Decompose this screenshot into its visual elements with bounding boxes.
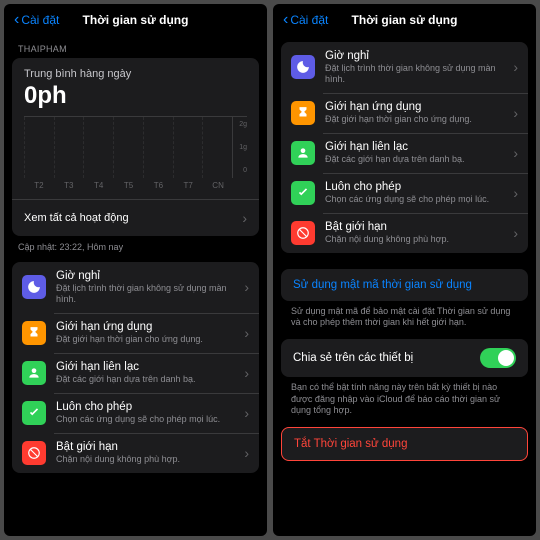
row-app-limits[interactable]: Giới hạn ứng dụng Đặt giới hạn thời gian…: [12, 313, 259, 353]
share-label: Chia sẻ trên các thiết bị: [293, 352, 413, 364]
see-all-activity[interactable]: Xem tất cả hoạt động ›: [12, 199, 259, 236]
chevron-right-icon: ›: [513, 105, 518, 121]
settings-group: Giờ nghỉ Đặt lịch trình thời gian không …: [12, 262, 259, 473]
header: ‹ Cài đặt Thời gian sử dụng: [273, 4, 536, 34]
chevron-right-icon: ›: [244, 445, 249, 461]
content: THAIPHAM Trung bình hàng ngày 0ph 2g 1g …: [4, 34, 267, 536]
row-restrictions[interactable]: Bật giới hạn Chặn nội dung không phù hợp…: [281, 213, 528, 253]
chart-y-axis: 2g 1g 0: [233, 117, 247, 178]
chevron-right-icon: ›: [244, 365, 249, 381]
chevron-right-icon: ›: [242, 210, 247, 226]
chevron-right-icon: ›: [513, 185, 518, 201]
chevron-right-icon: ›: [244, 405, 249, 421]
row-communication[interactable]: Giới hạn liên lạc Đặt các giới hạn dựa t…: [12, 353, 259, 393]
nosign-icon: [22, 441, 46, 465]
person-icon: [22, 361, 46, 385]
usage-card: Trung bình hàng ngày 0ph 2g 1g 0 T2T3 T4…: [12, 58, 259, 236]
avg-label: Trung bình hàng ngày: [24, 68, 247, 80]
back-label: Cài đặt: [21, 13, 59, 27]
back-button[interactable]: ‹ Cài đặt: [14, 12, 59, 28]
chevron-right-icon: ›: [513, 145, 518, 161]
back-label: Cài đặt: [290, 13, 328, 27]
row-always-allowed[interactable]: Luôn cho phép Chọn các ứng dụng sẽ cho p…: [12, 393, 259, 433]
chart-grid: [24, 117, 233, 178]
checkmark-icon: [22, 401, 46, 425]
use-passcode-link[interactable]: Sử dụng mật mã thời gian sử dụng: [281, 269, 528, 301]
chevron-right-icon: ›: [244, 279, 249, 295]
row-app-limits[interactable]: Giới hạn ứng dụng Đặt giới hạn thời gian…: [281, 93, 528, 133]
section-user-label: THAIPHAM: [12, 34, 259, 58]
content: Giờ nghỉ Đặt lịch trình thời gian không …: [273, 34, 536, 536]
settings-group: Giờ nghỉ Đặt lịch trình thời gian không …: [281, 42, 528, 253]
nosign-icon: [291, 221, 315, 245]
chevron-right-icon: ›: [244, 325, 249, 341]
chevron-right-icon: ›: [513, 59, 518, 75]
back-button[interactable]: ‹ Cài đặt: [283, 12, 328, 28]
chevron-left-icon: ‹: [283, 12, 288, 28]
page-title: Thời gian sử dụng: [83, 13, 189, 27]
row-downtime[interactable]: Giờ nghỉ Đặt lịch trình thời gian không …: [12, 262, 259, 313]
row-downtime[interactable]: Giờ nghỉ Đặt lịch trình thời gian không …: [281, 42, 528, 93]
row-communication[interactable]: Giới hạn liên lạc Đặt các giới hạn dựa t…: [281, 133, 528, 173]
updated-label: Cập nhật: 23:22, Hôm nay: [12, 236, 259, 262]
checkmark-icon: [291, 181, 315, 205]
row-restrictions[interactable]: Bật giới hạn Chặn nội dung không phù hợp…: [12, 433, 259, 473]
header: ‹ Cài đặt Thời gian sử dụng: [4, 4, 267, 34]
phone-left: ‹ Cài đặt Thời gian sử dụng THAIPHAM Tru…: [4, 4, 267, 536]
row-always-allowed[interactable]: Luôn cho phép Chọn các ứng dụng sẽ cho p…: [281, 173, 528, 213]
passcode-group: Sử dụng mật mã thời gian sử dụng: [281, 269, 528, 301]
share-across-devices-row[interactable]: Chia sẻ trên các thiết bị: [281, 339, 528, 377]
passcode-footer: Sử dụng mật mã để bảo mật cài đặt Thời g…: [281, 301, 528, 339]
hourglass-icon: [291, 101, 315, 125]
see-all-label: Xem tất cả hoạt động: [24, 212, 129, 224]
chevron-left-icon: ‹: [14, 12, 19, 28]
chart-x-axis: T2T3 T4T5 T6T7 CN: [24, 178, 247, 193]
share-toggle[interactable]: [480, 348, 516, 368]
hourglass-icon: [22, 321, 46, 345]
phone-right: ‹ Cài đặt Thời gian sử dụng Giờ nghỉ Đặt…: [273, 4, 536, 536]
page-title: Thời gian sử dụng: [352, 13, 458, 27]
avg-value: 0ph: [24, 82, 247, 110]
moon-icon: [291, 55, 315, 79]
share-footer: Bạn có thể bật tính năng này trên bất kỳ…: [281, 377, 528, 427]
moon-icon: [22, 275, 46, 299]
usage-chart: 2g 1g 0: [24, 116, 247, 178]
person-icon: [291, 141, 315, 165]
turn-off-button[interactable]: Tắt Thời gian sử dụng: [281, 427, 528, 461]
chevron-right-icon: ›: [513, 225, 518, 241]
